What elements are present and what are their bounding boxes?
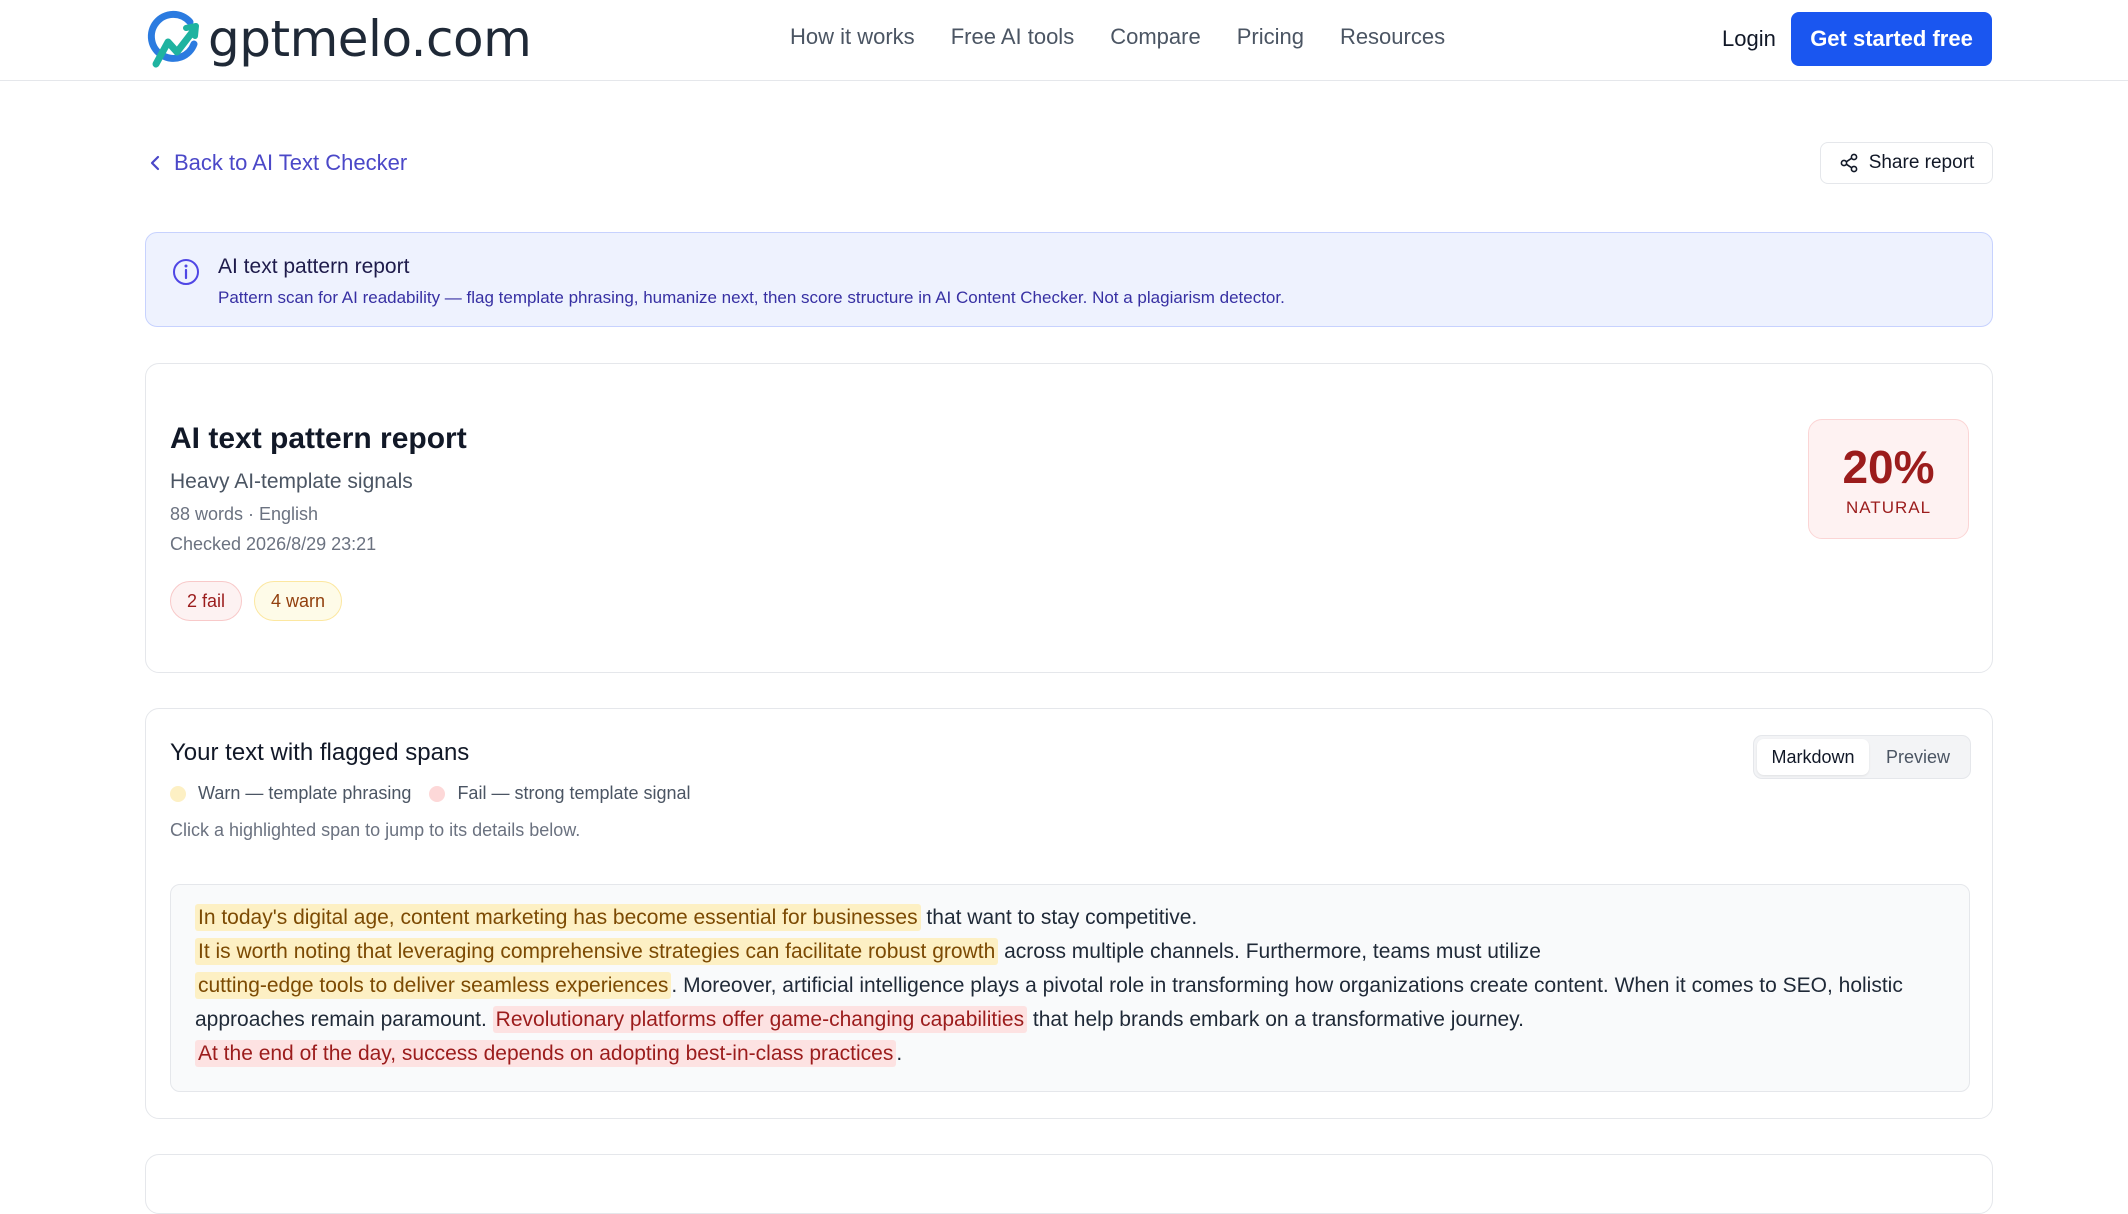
main-nav: How it works Free AI tools Compare Prici…	[790, 24, 1445, 50]
back-link-label: Back to AI Text Checker	[174, 150, 408, 175]
site-logo[interactable]: gptmelo.com	[144, 8, 532, 70]
logo-icon	[147, 10, 199, 68]
logo-text: gptmelo.com	[208, 10, 532, 68]
flagged-text-card: Your text with flagged spans Warn — temp…	[145, 708, 1993, 1119]
plain-text: that help brands embark on a transformat…	[1027, 1008, 1524, 1031]
preview-tab[interactable]: Preview	[1869, 739, 1967, 775]
warn-span[interactable]: It is worth noting that leveraging compr…	[195, 938, 999, 965]
warn-legend-label: Warn — template phrasing	[198, 783, 412, 803]
warn-span[interactable]: cutting-edge tools to deliver seamless e…	[195, 972, 672, 999]
nav-free-ai-tools[interactable]: Free AI tools	[951, 24, 1075, 50]
warn-span[interactable]: In today's digital age, content marketin…	[195, 904, 921, 931]
share-report-label: Share report	[1868, 152, 1975, 173]
chevron-left-icon	[150, 155, 160, 171]
plain-text: across multiple channels. Furthermore, t…	[998, 940, 1541, 963]
back-link[interactable]: Back to AI Text Checker	[148, 150, 407, 176]
analyzed-text: In today's digital age, content marketin…	[195, 901, 1955, 1071]
score-label: NATURAL	[1845, 498, 1932, 517]
info-icon	[173, 259, 199, 285]
share-report-button[interactable]: Share report	[1820, 142, 1993, 184]
report-meta: 88 words · English	[170, 504, 319, 524]
report-verdict: Heavy AI-template signals	[170, 470, 413, 493]
nav-how-it-works[interactable]: How it works	[790, 24, 915, 50]
report-summary-card: AI text pattern report Heavy AI-template…	[145, 363, 1993, 673]
markdown-tab[interactable]: Markdown	[1757, 739, 1869, 775]
banner-title: AI text pattern report	[218, 255, 410, 278]
nav-pricing[interactable]: Pricing	[1237, 24, 1304, 50]
info-banner: AI text pattern report Pattern scan for …	[145, 232, 1993, 327]
nav-resources[interactable]: Resources	[1340, 24, 1445, 50]
flag-details-card	[145, 1154, 1993, 1214]
natural-score-box: 20% NATURAL	[1808, 419, 1969, 539]
fail-span[interactable]: Revolutionary platforms offer game-chang…	[492, 1006, 1028, 1033]
flagged-text-title: Your text with flagged spans	[170, 739, 470, 766]
view-mode-toggle: Markdown Preview	[1753, 735, 1971, 779]
get-started-button[interactable]: Get started free	[1791, 12, 1992, 66]
share-icon	[1840, 153, 1858, 173]
plain-text: that want to stay competitive.	[920, 906, 1198, 929]
warn-count-badge[interactable]: 4 warn	[254, 581, 342, 621]
plain-text: .	[896, 1042, 903, 1065]
top-navbar: gptmelo.com How it works Free AI tools C…	[0, 0, 2128, 81]
report-timestamp: Checked 2026/8/29 23:21	[170, 534, 377, 554]
fail-legend-label: Fail — strong template signal	[457, 783, 691, 803]
login-link[interactable]: Login	[1722, 26, 1776, 52]
fail-count-badge[interactable]: 2 fail	[170, 581, 242, 621]
nav-compare[interactable]: Compare	[1110, 24, 1200, 50]
fail-span[interactable]: At the end of the day, success depends o…	[195, 1040, 897, 1067]
fail-legend-dot	[429, 785, 446, 802]
warn-legend-dot	[170, 785, 186, 802]
report-title: AI text pattern report	[170, 422, 467, 455]
highlight-legend: Warn — template phrasing Fail — strong t…	[170, 783, 691, 804]
score-value: 20%	[1842, 441, 1935, 493]
click-hint: Click a highlighted span to jump to its …	[170, 820, 581, 840]
analyzed-text-box: In today's digital age, content marketin…	[170, 884, 1970, 1092]
banner-description: Pattern scan for AI readability — flag t…	[218, 288, 1285, 307]
